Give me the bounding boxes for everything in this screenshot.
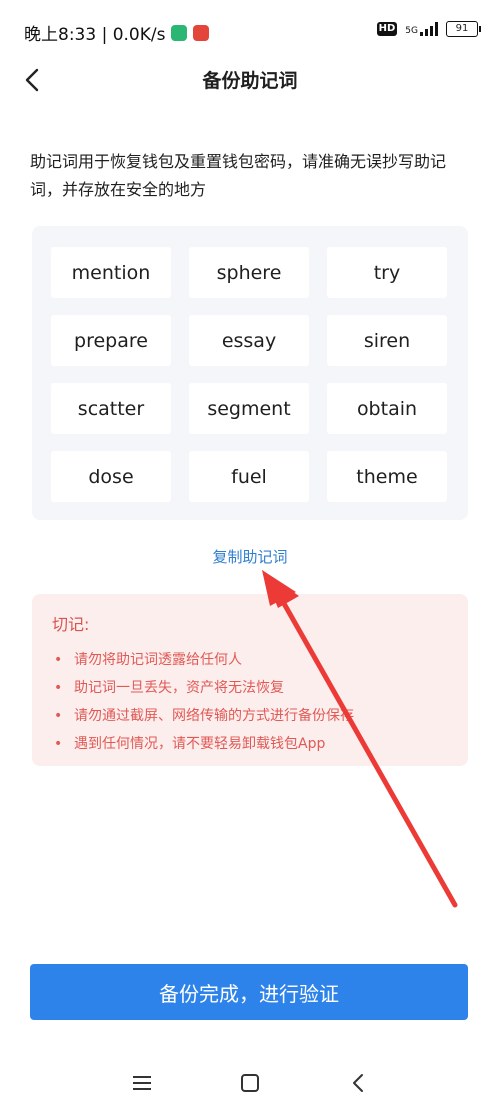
back-icon <box>353 1074 363 1092</box>
warning-item: • 请勿将助记词透露给任何人 <box>54 646 354 674</box>
mnemonic-word: theme <box>327 451 447 502</box>
status-bar: 晚上8:33 | 0.0K/s HD 5G 91 <box>0 0 500 60</box>
warning-item-text: 请勿将助记词透露给任何人 <box>74 652 242 668</box>
bullet-icon: • <box>54 736 63 752</box>
home-button[interactable] <box>235 1068 265 1098</box>
bullet-icon: • <box>54 680 63 696</box>
header: 备份助记词 <box>0 60 500 100</box>
backup-complete-button[interactable]: 备份完成，进行验证 <box>30 964 468 1020</box>
app-notification-icon-2 <box>193 24 210 41</box>
battery-icon: 91 <box>446 21 481 37</box>
mnemonic-word: prepare <box>51 315 171 366</box>
status-time-speed: 晚上8:33 | 0.0K/s <box>24 25 166 45</box>
mnemonic-word: mention <box>51 247 171 298</box>
system-nav-bar <box>0 1060 500 1104</box>
network-type: 5G <box>405 26 418 36</box>
bullet-icon: • <box>54 652 63 668</box>
page-title: 备份助记词 <box>202 70 298 92</box>
warning-item-text: 请勿通过截屏、网络传输的方式进行备份保存 <box>74 708 354 724</box>
mnemonic-word: sphere <box>189 247 309 298</box>
warning-item-text: 助记词一旦丢失，资产将无法恢复 <box>74 680 284 696</box>
mnemonic-word: scatter <box>51 383 171 434</box>
warning-title: 切记: <box>52 615 90 634</box>
mnemonic-word: siren <box>327 315 447 366</box>
menu-icon <box>133 1076 151 1090</box>
mnemonic-panel: mention sphere try prepare essay siren s… <box>32 226 468 520</box>
warning-item: • 助记词一旦丢失，资产将无法恢复 <box>54 674 354 702</box>
status-right: HD 5G 91 <box>376 21 481 37</box>
menu-button[interactable] <box>127 1068 157 1098</box>
signal-icon: 5G <box>405 22 438 36</box>
mnemonic-word: fuel <box>189 451 309 502</box>
mnemonic-word: dose <box>51 451 171 502</box>
bullet-icon: • <box>54 708 63 724</box>
mnemonic-word: try <box>327 247 447 298</box>
home-icon <box>241 1074 259 1092</box>
mnemonic-word: essay <box>189 315 309 366</box>
status-left: 晚上8:33 | 0.0K/s <box>24 20 210 45</box>
copy-mnemonic-link[interactable]: 复制助记词 <box>0 546 500 567</box>
description-text: 助记词用于恢复钱包及重置钱包密码，请准确无误抄写助记词，并存放在安全的地方 <box>30 152 447 199</box>
warning-list: • 请勿将助记词透露给任何人 • 助记词一旦丢失，资产将无法恢复 • 请勿通过截屏、网… <box>54 646 354 758</box>
warning-item: • 遇到任何情况，请不要轻易卸载钱包App <box>54 730 354 758</box>
mnemonic-grid: mention sphere try prepare essay siren s… <box>51 247 447 502</box>
system-back-button[interactable] <box>343 1068 373 1098</box>
mnemonic-word: segment <box>189 383 309 434</box>
hd-icon: HD <box>376 22 398 36</box>
mnemonic-word: obtain <box>327 383 447 434</box>
warning-item: • 请勿通过截屏、网络传输的方式进行备份保存 <box>54 702 354 730</box>
warning-item-text: 遇到任何情况，请不要轻易卸载钱包App <box>74 736 326 752</box>
warning-box: 切记: • 请勿将助记词透露给任何人 • 助记词一旦丢失，资产将无法恢复 • 请勿通过… <box>32 594 468 766</box>
app-notification-icon <box>171 24 188 41</box>
